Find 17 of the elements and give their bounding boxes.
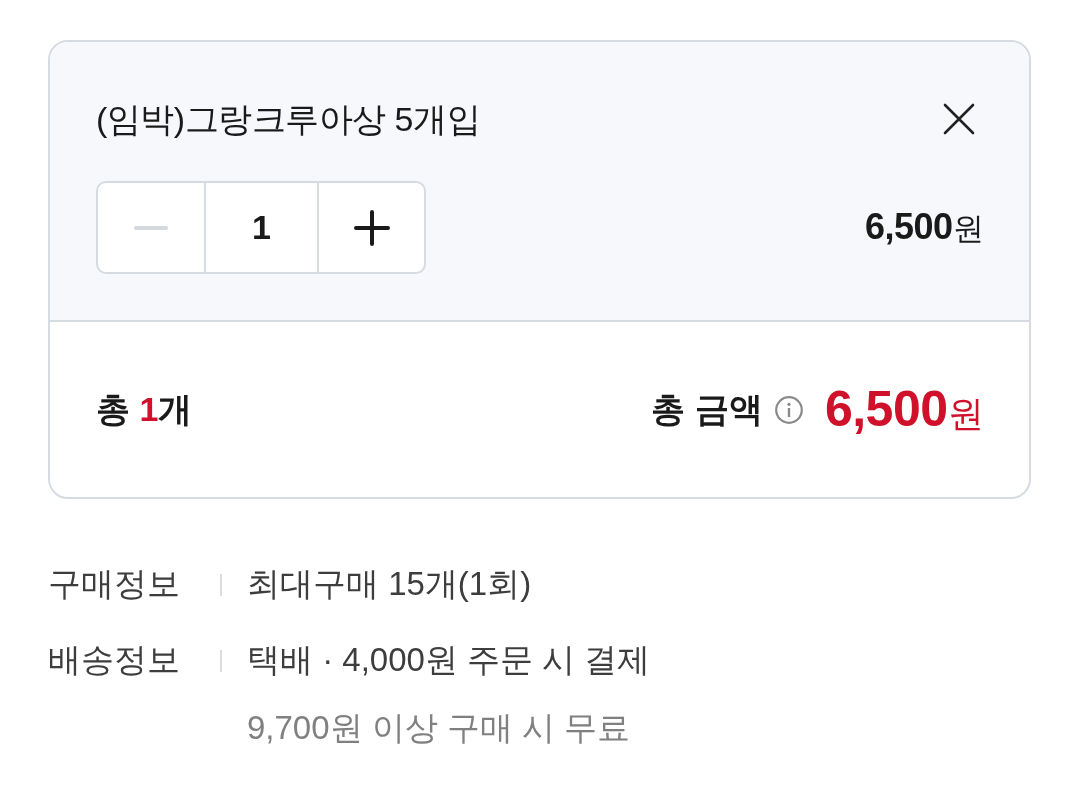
info-text: 9,700원 이상 구매 시 무료: [247, 708, 632, 748]
info-label: 구매정보: [48, 564, 181, 604]
plus-icon: [353, 209, 390, 246]
info-text: 택배 · 4,000원 주문 시 결제: [247, 640, 651, 680]
quantity-field[interactable]: 1: [206, 181, 317, 274]
close-icon: [943, 103, 975, 135]
info-text: 최대구매 15개(1회): [247, 564, 532, 604]
increase-button[interactable]: [317, 181, 426, 274]
item-price: 6,500원: [864, 205, 983, 249]
product-title: (임박)그랑크루아상 5개입: [96, 99, 480, 140]
info-label: 배송정보: [48, 640, 181, 680]
total-amount-label: 총 금액: [651, 388, 763, 430]
minus-icon: [134, 225, 168, 230]
info-icon[interactable]: [774, 395, 803, 424]
total-count: 총 1개: [96, 388, 193, 430]
close-button[interactable]: [943, 103, 975, 135]
total-amount: 6,500원: [824, 380, 983, 439]
